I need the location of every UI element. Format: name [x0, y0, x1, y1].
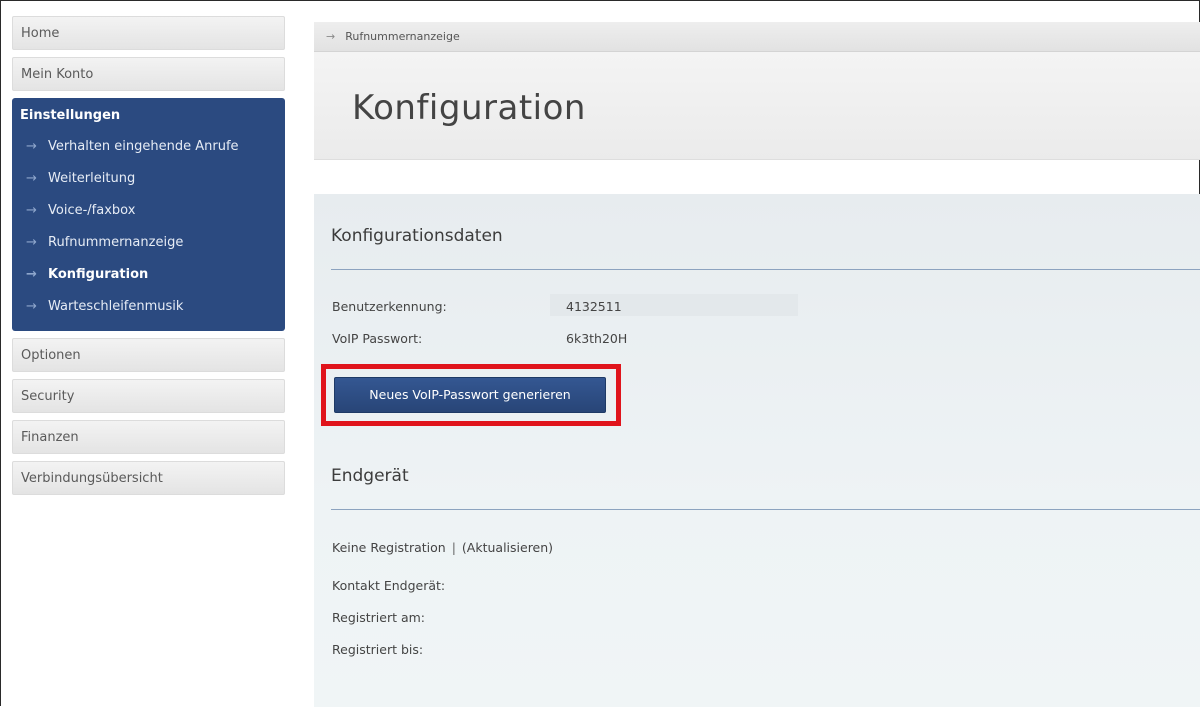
arrow-right-icon: → — [326, 30, 336, 43]
sidebar-item-mein-konto[interactable]: Mein Konto — [12, 57, 285, 91]
sidebar-subitem-label: Voice-/faxbox — [48, 203, 136, 218]
generate-password-button[interactable]: Neues VoIP-Passwort generieren — [334, 377, 606, 413]
registered-until-label: Registriert bis: — [332, 642, 424, 657]
section-title-konfigurationsdaten: Konfigurationsdaten — [331, 226, 503, 246]
device-contact-label: Kontakt Endgerät: — [332, 578, 446, 593]
registered-at-label: Registriert am: — [332, 610, 425, 625]
page-title: Konfiguration — [352, 88, 586, 128]
arrow-right-icon: → — [26, 171, 37, 186]
sidebar-subitem-label: Verhalten eingehende Anrufe — [48, 139, 239, 154]
registration-status: Keine Registration — [332, 540, 446, 555]
user-id-label: Benutzerkennung: — [332, 299, 447, 314]
sidebar-item-finanzen[interactable]: Finanzen — [12, 420, 285, 454]
arrow-right-icon: → — [26, 235, 37, 250]
sidebar-subitem-voice-faxbox[interactable]: → Voice-/faxbox — [12, 195, 285, 227]
registration-status-line: Keine Registration | (Aktualisieren) — [332, 540, 553, 555]
sidebar-subitem-rufnummernanzeige[interactable]: → Rufnummernanzeige — [12, 227, 285, 259]
sidebar-subitem-label: Weiterleitung — [48, 171, 136, 186]
section-divider — [331, 269, 1200, 270]
sidebar-item-home[interactable]: Home — [12, 16, 285, 50]
main-panel: Konfigurationsdaten Benutzerkennung: 413… — [314, 194, 1200, 707]
page-header: Konfiguration — [314, 52, 1200, 160]
sidebar-subitem-label: Konfiguration — [48, 267, 149, 282]
sidebar-item-einstellungen[interactable]: Einstellungen — [12, 102, 285, 131]
sidebar-subitem-konfiguration[interactable]: → Konfiguration — [12, 259, 285, 291]
arrow-right-icon: → — [26, 203, 37, 218]
sidebar-subitem-label: Rufnummernanzeige — [48, 235, 184, 250]
arrow-right-icon: → — [26, 299, 37, 314]
arrow-right-icon: → — [26, 267, 37, 282]
arrow-right-icon: → — [26, 139, 37, 154]
sidebar: Home Mein Konto Einstellungen → Verhalten… — [12, 16, 285, 502]
sidebar-subitem-verhalten[interactable]: → Verhalten eingehende Anrufe — [12, 131, 285, 163]
sidebar-subitem-weiterleitung[interactable]: → Weiterleitung — [12, 163, 285, 195]
breadcrumb-link[interactable]: Rufnummernanzeige — [345, 30, 460, 43]
breadcrumb: → Rufnummernanzeige — [314, 22, 1200, 52]
user-id-value: 4132511 — [566, 299, 622, 314]
sidebar-group-einstellungen: Einstellungen → Verhalten eingehende Anru… — [12, 98, 285, 331]
sidebar-item-security[interactable]: Security — [12, 379, 285, 413]
sidebar-item-verbindungsuebersicht[interactable]: Verbindungsübersicht — [12, 461, 285, 495]
sidebar-subitem-label: Warteschleifenmusik — [48, 299, 184, 314]
voip-password-value: 6k3th20H — [566, 331, 628, 346]
sidebar-subitem-warteschleifenmusik[interactable]: → Warteschleifenmusik — [12, 291, 285, 323]
section-title-endgeraet: Endgerät — [331, 466, 409, 486]
separator: | — [451, 540, 456, 555]
section-divider — [331, 509, 1200, 510]
refresh-link[interactable]: (Aktualisieren) — [462, 540, 553, 555]
voip-password-label: VoIP Passwort: — [332, 331, 423, 346]
sidebar-item-optionen[interactable]: Optionen — [12, 338, 285, 372]
